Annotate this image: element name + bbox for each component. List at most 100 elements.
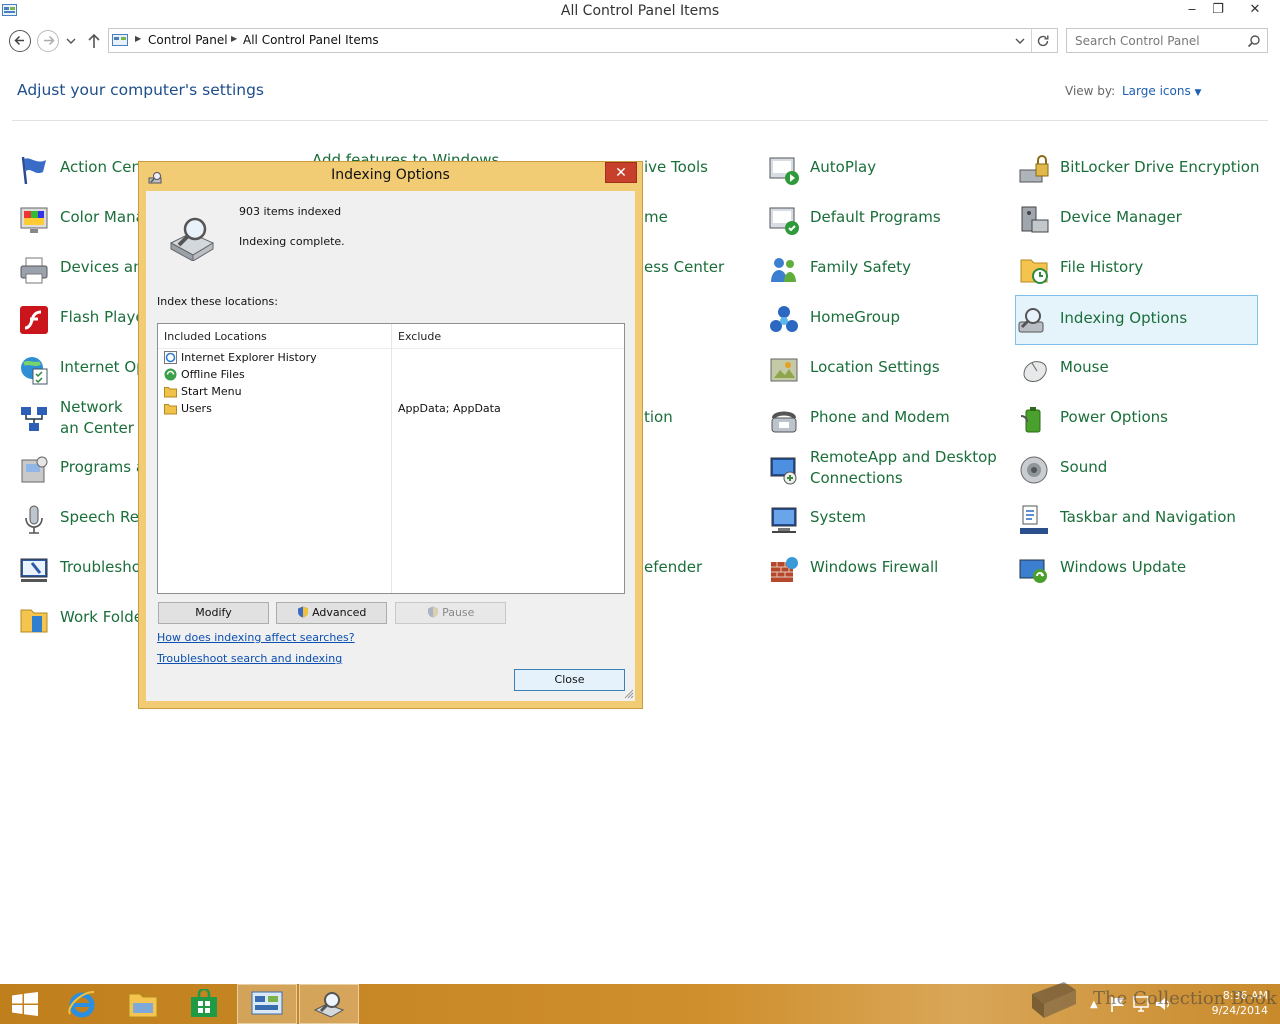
item-default-programs[interactable]: Default Programs <box>766 195 1006 245</box>
breadcrumb-control-panel[interactable]: Control Panel <box>148 33 228 47</box>
work-folders-icon <box>20 609 48 633</box>
control-panel-taskbar-button[interactable] <box>237 984 297 1024</box>
item-label: File History <box>1060 258 1144 276</box>
item-windows-update[interactable]: Windows Update <box>1016 545 1266 595</box>
maximize-button[interactable]: ❐ <box>1204 0 1232 22</box>
pause-button[interactable]: Pause <box>395 602 506 624</box>
table-row[interactable]: Offline Files <box>164 366 624 383</box>
close-button[interactable]: Close <box>514 669 625 691</box>
power-options-icon <box>1020 407 1041 433</box>
modify-button[interactable]: Modify <box>158 602 269 624</box>
view-by-dropdown[interactable]: Large icons ▼ <box>1122 84 1201 98</box>
table-row[interactable]: Start Menu <box>164 383 624 400</box>
recent-locations-chevron-icon[interactable] <box>66 38 76 45</box>
flag-icon <box>21 156 46 185</box>
item-programs-and-features[interactable]: Programs a <box>16 445 145 495</box>
items-indexed-count: 903 items indexed <box>239 205 342 218</box>
item-label: Mouse <box>1060 358 1109 376</box>
refresh-icon[interactable] <box>1036 34 1050 48</box>
internet-explorer-icon <box>164 351 177 364</box>
close-window-button[interactable]: ✕ <box>1240 0 1270 22</box>
item-label: Work Folde <box>60 608 143 626</box>
back-button[interactable] <box>9 30 31 52</box>
internet-explorer-icon <box>68 991 95 1018</box>
address-bar[interactable]: ▶ Control Panel ▶ All Control Panel Item… <box>108 28 1058 53</box>
column-header-exclude[interactable]: Exclude <box>392 324 624 348</box>
troubleshooting-icon <box>20 558 48 582</box>
item-color-management[interactable]: Color Mana <box>16 195 145 245</box>
item-work-folders[interactable]: Work Folde <box>16 595 143 645</box>
row-location: Users <box>181 402 212 415</box>
windows-logo-icon <box>12 992 38 1016</box>
item-location-settings[interactable]: Location Settings <box>766 345 1006 395</box>
phone-icon <box>771 411 797 433</box>
item-file-history[interactable]: File History <box>1016 245 1266 295</box>
item-troubleshooting[interactable]: Troublesho <box>16 545 141 595</box>
search-icon[interactable] <box>1247 34 1261 48</box>
breadcrumb-separator-icon: ▶ <box>135 34 142 43</box>
dialog-close-x-button[interactable]: ✕ <box>605 162 637 183</box>
item-label: Default Programs <box>810 208 941 226</box>
item-device-manager[interactable]: Device Manager <box>1016 195 1266 245</box>
item-homegroup[interactable]: HomeGroup <box>766 295 1006 345</box>
indexing-options-taskbar-button[interactable] <box>299 984 359 1024</box>
breadcrumb-all-items[interactable]: All Control Panel Items <box>243 33 379 47</box>
dropdown-arrow-icon: ▼ <box>1194 88 1202 98</box>
table-row[interactable]: Internet Explorer History <box>164 349 624 366</box>
column-header-included[interactable]: Included Locations <box>158 324 391 348</box>
search-input[interactable] <box>1073 32 1238 50</box>
how-indexing-affects-searches-link[interactable]: How does indexing affect searches? <box>157 631 355 644</box>
locations-table[interactable]: Included Locations Exclude Internet Expl… <box>157 323 625 594</box>
resize-grip-icon[interactable] <box>624 689 634 699</box>
forward-arrow-icon <box>43 35 55 46</box>
row-location: Internet Explorer History <box>181 351 317 364</box>
start-button[interactable] <box>0 984 50 1024</box>
offline-files-icon <box>164 368 177 381</box>
item-label: Troublesho <box>60 558 141 576</box>
troubleshoot-search-link[interactable]: Troubleshoot search and indexing <box>157 652 342 665</box>
item-indexing-options[interactable]: Indexing Options <box>1015 295 1258 345</box>
item-bitlocker[interactable]: BitLocker Drive Encryption <box>1016 145 1266 195</box>
item-label: Color Mana <box>60 208 145 226</box>
item-system[interactable]: System <box>766 495 1006 545</box>
internet-explorer-taskbar-button[interactable] <box>52 984 112 1024</box>
up-arrow-icon[interactable] <box>87 33 101 49</box>
advanced-button[interactable]: Advanced <box>276 602 387 624</box>
item-taskbar-and-navigation[interactable]: Taskbar and Navigation <box>1016 495 1266 545</box>
item-autoplay[interactable]: AutoPlay <box>766 145 1006 195</box>
item-family-safety[interactable]: Family Safety <box>766 245 1006 295</box>
item-label: Network an Center <box>60 398 134 437</box>
item-internet-options[interactable]: Internet Op <box>16 345 146 395</box>
item-phone-and-modem[interactable]: Phone and Modem <box>766 395 1006 445</box>
file-explorer-taskbar-button[interactable] <box>113 984 173 1024</box>
search-box[interactable] <box>1066 28 1268 53</box>
item-label: Family Safety <box>810 258 912 276</box>
item-mouse[interactable]: Mouse <box>1016 345 1266 395</box>
item-network-and-sharing-center[interactable]: Network an Center <box>16 395 140 445</box>
forward-button[interactable] <box>37 30 59 52</box>
table-row[interactable]: Users AppData; AppData <box>164 400 624 417</box>
indexing-options-icon <box>313 992 345 1018</box>
item-speech-recognition[interactable]: Speech Rec <box>16 495 147 545</box>
item-label: Windows Update <box>1060 558 1187 576</box>
item-sound[interactable]: Sound <box>1016 445 1266 495</box>
address-dropdown-icon[interactable] <box>1015 38 1025 45</box>
item-label: Device Manager <box>1060 208 1182 226</box>
item-label: ess Center <box>644 258 725 276</box>
location-icon <box>770 358 798 382</box>
item-label: AutoPlay <box>810 158 877 176</box>
item-power-options[interactable]: Power Options <box>1016 395 1266 445</box>
item-flash-player[interactable]: Flash Playe <box>16 295 145 345</box>
microphone-icon <box>25 505 43 534</box>
page-title: Adjust your computer's settings <box>17 81 264 99</box>
item-remoteapp[interactable]: RemoteApp and Desktop Connections <box>766 445 1006 495</box>
divider <box>12 120 1268 121</box>
minimize-button[interactable]: ‒ <box>1178 0 1206 22</box>
item-action-center[interactable]: Action Cent <box>16 145 147 195</box>
item-devices-and-printers[interactable]: Devices and <box>16 245 152 295</box>
firewall-icon <box>771 557 798 582</box>
store-taskbar-button[interactable] <box>174 984 234 1024</box>
device-manager-icon <box>1021 206 1049 233</box>
default-programs-icon <box>769 207 799 235</box>
item-windows-firewall[interactable]: Windows Firewall <box>766 545 1006 595</box>
